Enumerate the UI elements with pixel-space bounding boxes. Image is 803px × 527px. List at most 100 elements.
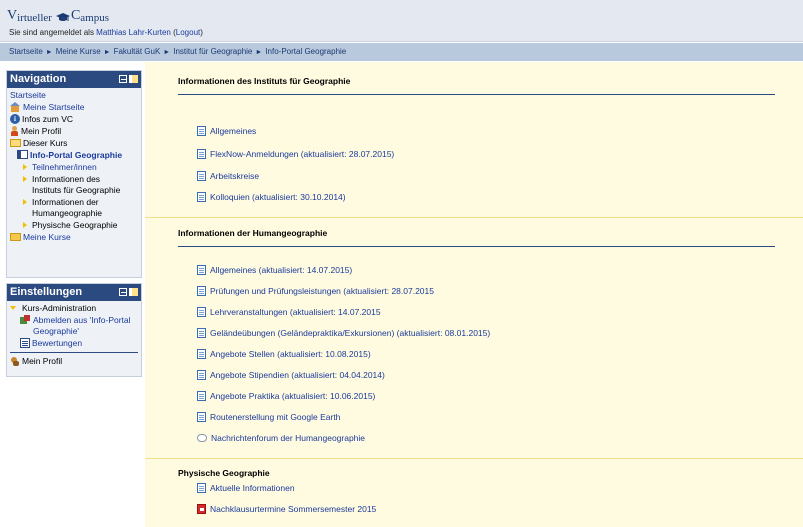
nav-item-dieser-kurs[interactable]: Dieser Kurs	[10, 138, 141, 149]
document-icon	[197, 412, 206, 422]
nav-item-mein-profil[interactable]: Mein Profil	[10, 126, 141, 137]
logout-link[interactable]: Logout	[176, 28, 200, 37]
info-icon: i	[10, 114, 20, 124]
breadcrumb-separator: ►	[255, 49, 263, 56]
resource-link[interactable]: FlexNow-Anmeldungen (aktualisiert: 28.07…	[197, 149, 394, 159]
document-icon	[197, 328, 206, 338]
document-icon	[197, 171, 206, 181]
nav-label: Infos zum VC	[22, 114, 74, 124]
nav-label: Dieser Kurs	[23, 138, 68, 148]
section-divider	[145, 458, 803, 459]
resource-label: Prüfungen und Prüfungsleistungen (aktual…	[210, 286, 434, 296]
resource-link[interactable]: Nachklausurtermine Sommersemester 2015	[197, 504, 376, 514]
nav-item-informationen-institut[interactable]: Informationen des Instituts für Geographi…	[10, 174, 141, 196]
resource-link[interactable]: Prüfungen und Prüfungsleistungen (aktual…	[197, 286, 434, 296]
resource-link[interactable]: Lehrveranstaltungen (aktualisiert: 14.07…	[197, 307, 381, 317]
document-icon	[197, 307, 206, 317]
resource-link[interactable]: Allgemeines	[197, 126, 256, 136]
document-icon	[197, 265, 206, 275]
user-profile-link[interactable]: Matthias Lahr-Kurten	[96, 28, 171, 37]
expand-arrow-icon	[23, 222, 27, 228]
document-icon	[197, 149, 206, 159]
resource-link[interactable]: Geländeübungen (Geländepraktika/Exkursio…	[197, 328, 490, 338]
logo-word-campus: ampus	[80, 12, 110, 24]
resource-link[interactable]: Angebote Stellen (aktualisiert: 10.08.20…	[197, 349, 371, 359]
user-icon	[10, 126, 19, 136]
site-header: Virtueller Campus Sie sind angemeldet al…	[0, 0, 803, 42]
settings-item-kurs-administration[interactable]: Kurs-Administration	[10, 303, 141, 314]
settings-item-bewertungen[interactable]: Bewertungen	[10, 338, 141, 349]
nav-label: Physische Geographie	[32, 220, 118, 230]
site-logo[interactable]: Virtueller Campus	[7, 8, 109, 24]
nav-item-infos-vc[interactable]: i Infos zum VC	[10, 114, 141, 125]
pdf-icon	[197, 504, 206, 514]
navigation-title: Navigation	[10, 73, 67, 85]
dock-icon[interactable]	[129, 288, 138, 296]
breadcrumb-fakultaet[interactable]: Fakultät GuK	[114, 47, 161, 56]
login-info: Sie sind angemeldet als Matthias Lahr-Ku…	[9, 28, 203, 37]
nav-item-meine-kurse[interactable]: Meine Kurse	[10, 232, 141, 243]
resource-label: Aktuelle Informationen	[210, 483, 295, 493]
nav-label-line2: Humangeographie	[32, 208, 102, 218]
nav-item-informationen-human[interactable]: Informationen der Humangeographie	[10, 197, 141, 219]
nav-label: Teilnehmer/innen	[32, 162, 97, 172]
expand-arrow-icon	[23, 199, 27, 205]
navigation-block-header: Navigation	[7, 71, 141, 88]
logout-paren-close: )	[200, 28, 203, 37]
nav-label: Meine Startseite	[23, 102, 85, 112]
breadcrumb-startseite[interactable]: Startseite	[9, 47, 43, 56]
breadcrumb-meine-kurse[interactable]: Meine Kurse	[56, 47, 101, 56]
nav-item-current-course[interactable]: Info-Portal Geographie	[10, 150, 141, 161]
home-icon	[10, 102, 21, 112]
resource-label: Routenerstellung mit Google Earth	[210, 412, 341, 422]
collapse-icon[interactable]	[119, 288, 127, 296]
resource-link[interactable]: Angebote Praktika (aktualisiert: 10.06.2…	[197, 391, 375, 401]
course-content: Informationen des Instituts für Geograph…	[145, 62, 803, 527]
settings-item-mein-profil[interactable]: Mein Profil	[10, 356, 141, 367]
section-rule	[178, 94, 775, 95]
nav-item-meine-startseite[interactable]: Meine Startseite	[10, 102, 141, 113]
nav-item-teilnehmer[interactable]: Teilnehmer/innen	[10, 162, 141, 173]
document-icon	[197, 391, 206, 401]
settings-block-header: Einstellungen	[7, 284, 141, 301]
resource-link[interactable]: Arbeitskreise	[197, 171, 259, 181]
navigation-block: Navigation Startseite Meine Startseite i…	[6, 70, 142, 278]
resource-label: Nachklausurtermine Sommersemester 2015	[210, 504, 377, 514]
resource-link[interactable]: Allgemeines (aktualisiert: 14.07.2015)	[197, 265, 352, 275]
dock-icon[interactable]	[129, 75, 138, 83]
resource-label: Angebote Stellen (aktualisiert: 10.08.20…	[210, 349, 371, 359]
nav-label: Bewertungen	[32, 338, 83, 348]
resource-link[interactable]: Aktuelle Informationen	[197, 483, 295, 493]
resource-link[interactable]: Routenerstellung mit Google Earth	[197, 412, 340, 422]
resource-label: Angebote Praktika (aktualisiert: 10.06.2…	[210, 391, 376, 401]
resource-label: Nachrichtenforum der Humangeographie	[211, 433, 366, 443]
expand-arrow-icon	[23, 176, 27, 182]
nav-item-physische-geographie[interactable]: Physische Geographie	[10, 220, 141, 231]
document-icon	[197, 286, 206, 296]
resource-label: Allgemeines (aktualisiert: 14.07.2015)	[210, 265, 353, 275]
breadcrumb-institut[interactable]: Institut für Geographie	[173, 47, 252, 56]
logo-letter-v: V	[7, 8, 18, 23]
course-icon	[17, 150, 28, 159]
breadcrumb-separator: ►	[163, 49, 171, 56]
resource-label: Lehrveranstaltungen (aktualisiert: 14.07…	[210, 307, 381, 317]
nav-label-line1: Informationen des	[32, 174, 101, 184]
resource-label: Kolloquien (aktualisiert: 30.10.2014)	[210, 192, 346, 202]
resource-link[interactable]: Kolloquien (aktualisiert: 30.10.2014)	[197, 192, 346, 202]
breadcrumb-info-portal[interactable]: Info-Portal Geographie	[265, 47, 346, 56]
nav-label-line2: Geographie'	[33, 326, 80, 336]
collapse-icon[interactable]	[119, 75, 127, 83]
forum-link[interactable]: Nachrichtenforum der Humangeographie	[197, 433, 365, 443]
block-controls	[119, 288, 138, 296]
section-title-human: Informationen der Humangeographie	[178, 228, 328, 238]
settings-divider	[10, 352, 138, 353]
logo-word-virtueller: irtueller	[17, 12, 52, 24]
nav-label-line2: Instituts für Geographie	[32, 185, 121, 195]
expand-arrow-icon	[23, 164, 27, 170]
resource-link[interactable]: Angebote Stipendien (aktualisiert: 04.04…	[197, 370, 385, 380]
unenrol-icon	[20, 315, 31, 325]
settings-item-abmelden[interactable]: Abmelden aus 'Info-Portal Geographie'	[10, 315, 141, 337]
resource-label: Angebote Stipendien (aktualisiert: 04.04…	[210, 370, 385, 380]
document-icon	[197, 192, 206, 202]
nav-item-startseite[interactable]: Startseite	[10, 90, 141, 101]
